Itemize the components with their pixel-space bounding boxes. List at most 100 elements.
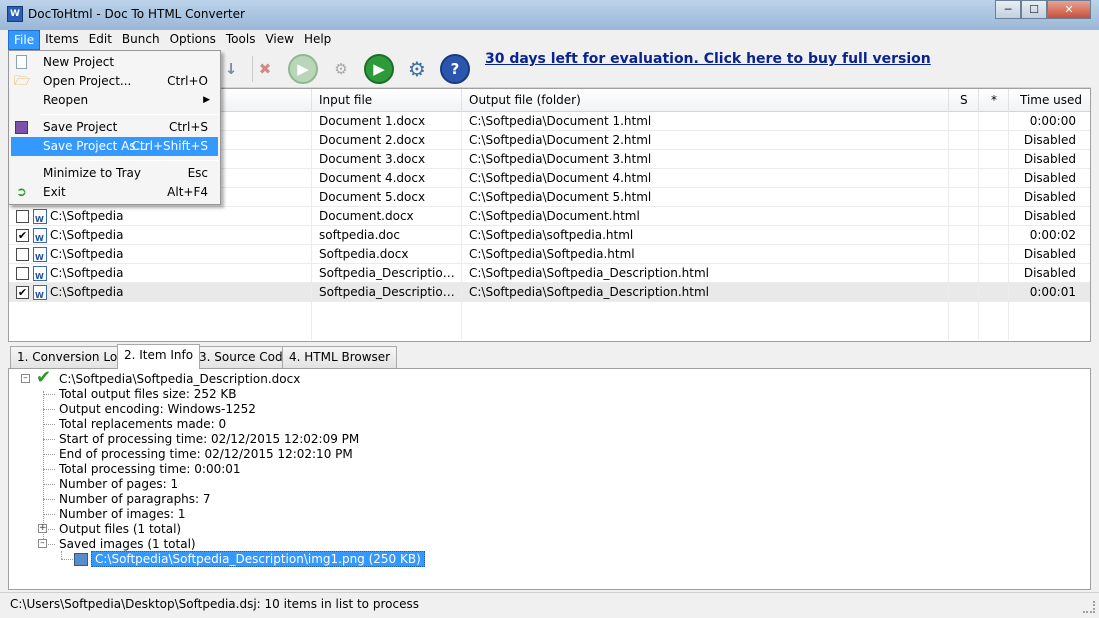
run-selected-icon[interactable]: ▶ bbox=[288, 54, 318, 84]
row-checkbox[interactable] bbox=[16, 267, 29, 280]
tree-output-files[interactable]: Output files (1 total) bbox=[59, 522, 181, 537]
row-folder-cell: ✔ C:\Softpedia bbox=[9, 226, 312, 245]
row-output-file: C:\Softpedia\Document 3.html bbox=[462, 150, 949, 169]
status-text: C:\Users\Softpedia\Desktop\Softpedia.dsj… bbox=[10, 597, 419, 611]
buy-full-version-link[interactable]: 30 days left for evaluation. Click here … bbox=[485, 51, 931, 67]
menu-open-project[interactable]: 🗁 Open Project... Ctrl+O bbox=[11, 72, 218, 91]
tree-info-line[interactable]: Number of paragraphs: 7 bbox=[59, 492, 211, 507]
row-checkbox[interactable]: ✔ bbox=[16, 229, 29, 242]
tree-root-file[interactable]: C:\Softpedia\Softpedia_Description.docx bbox=[59, 372, 300, 387]
tree-info-line[interactable]: Output encoding: Windows-1252 bbox=[59, 402, 256, 417]
row-s bbox=[949, 131, 979, 150]
menu-reopen[interactable]: Reopen ▶ bbox=[11, 91, 218, 110]
row-input-file: Softpedia.docx bbox=[312, 245, 462, 264]
menu-minimize-to-tray[interactable]: Minimize to Tray Esc bbox=[11, 164, 218, 183]
row-output-file: C:\Softpedia\softpedia.html bbox=[462, 226, 949, 245]
row-output-file: C:\Softpedia\Softpedia.html bbox=[462, 245, 949, 264]
tab-html-browser[interactable]: 4. HTML Browser bbox=[282, 346, 398, 368]
menu-exit[interactable]: ➲ Exit Alt+F4 bbox=[11, 183, 218, 202]
header-output-file[interactable]: Output file (folder) bbox=[462, 89, 949, 112]
row-folder: C:\Softpedia bbox=[50, 209, 124, 223]
table-row[interactable]: C:\Softpedia Softpedia.docxC:\Softpedia\S… bbox=[9, 245, 1090, 264]
app-logo-icon: W bbox=[7, 6, 23, 22]
menu-help[interactable]: Help bbox=[299, 30, 336, 50]
tab-item-info[interactable]: 2. Item Info bbox=[117, 344, 201, 369]
expand-output-files-icon[interactable]: + bbox=[38, 524, 47, 533]
tree-info-line[interactable]: Number of images: 1 bbox=[59, 507, 186, 522]
file-menu-dropdown: New Project 🗁 Open Project... Ctrl+O Reo… bbox=[8, 50, 221, 205]
window-title: DocToHtml - Doc To HTML Converter bbox=[28, 7, 245, 21]
tree-info-line[interactable]: Number of pages: 1 bbox=[59, 477, 178, 492]
gear-icon[interactable]: ⚙ bbox=[402, 54, 432, 84]
close-icon[interactable]: ✕ bbox=[1047, 0, 1091, 19]
row-s bbox=[949, 112, 979, 131]
tree-info-line[interactable]: Total replacements made: 0 bbox=[59, 417, 226, 432]
menu-tools[interactable]: Tools bbox=[221, 30, 261, 50]
menu-options[interactable]: Options bbox=[165, 30, 221, 50]
collapse-saved-images-icon[interactable]: – bbox=[38, 539, 47, 548]
menu-new-project[interactable]: New Project bbox=[11, 53, 218, 72]
menu-file[interactable]: File bbox=[8, 30, 41, 50]
app-window: W DocToHtml - Doc To HTML Converter ─ ☐ … bbox=[0, 0, 1099, 618]
row-time-used: 0:00:01 bbox=[1029, 285, 1076, 299]
row-output-file: C:\Softpedia\Document.html bbox=[462, 207, 949, 226]
tree-connector bbox=[43, 391, 44, 545]
row-input-file: Document 2.docx bbox=[312, 131, 462, 150]
tree-info-line[interactable]: End of processing time: 02/12/2015 12:02… bbox=[59, 447, 353, 462]
collapse-root-icon[interactable]: – bbox=[21, 374, 30, 383]
resize-grip-icon[interactable] bbox=[1083, 601, 1095, 613]
header-input-file[interactable]: Input file bbox=[312, 89, 462, 112]
tree-image-file-label[interactable]: C:\Softpedia\Softpedia_Description\img1.… bbox=[91, 551, 425, 567]
table-row[interactable]: C:\Softpedia Document.docxC:\Softpedia\Do… bbox=[9, 207, 1090, 226]
tree-info-line[interactable]: Total output files size: 252 KB bbox=[59, 387, 237, 402]
row-s bbox=[949, 264, 979, 283]
header-star[interactable]: * bbox=[979, 89, 1009, 112]
row-checkbox[interactable] bbox=[16, 248, 29, 261]
menu-save-project-as[interactable]: Save Project As... Ctrl+Shift+S bbox=[11, 137, 218, 156]
table-row[interactable]: ✔ C:\Softpedia softpedia.docC:\Softpedia\s… bbox=[9, 226, 1090, 245]
tree-saved-images[interactable]: Saved images (1 total) bbox=[59, 537, 196, 552]
item-info-tree: – ✔ C:\Softpedia\Softpedia_Description.d… bbox=[8, 368, 1091, 590]
exit-running-man-icon: ➲ bbox=[16, 185, 27, 200]
minimize-icon[interactable]: ─ bbox=[995, 0, 1021, 19]
title-bar: W DocToHtml - Doc To HTML Converter ─ ☐ … bbox=[0, 0, 1099, 30]
maximize-icon[interactable]: ☐ bbox=[1021, 0, 1047, 19]
menu-bunch[interactable]: Bunch bbox=[117, 30, 165, 50]
delete-icon[interactable]: ✖ bbox=[250, 54, 280, 84]
row-input-file: Softpedia_Description.doc bbox=[312, 264, 462, 283]
tree-info-line[interactable]: Total processing time: 0:00:01 bbox=[59, 462, 241, 477]
header-time-used[interactable]: Time used bbox=[1009, 89, 1090, 112]
row-checkbox[interactable] bbox=[16, 210, 29, 223]
row-checkbox[interactable]: ✔ bbox=[16, 286, 29, 299]
image-file-icon bbox=[74, 553, 88, 566]
new-document-icon bbox=[16, 55, 27, 69]
word-document-icon bbox=[33, 247, 47, 264]
header-s[interactable]: S bbox=[949, 89, 979, 112]
row-output-file: C:\Softpedia\Softpedia_Description.html bbox=[462, 283, 949, 302]
tree-info-line[interactable]: Start of processing time: 02/12/2015 12:… bbox=[59, 432, 359, 447]
table-row[interactable]: C:\Softpedia Softpedia_Description.docC:\… bbox=[9, 264, 1090, 283]
row-time-used: Disabled bbox=[1023, 266, 1076, 280]
menu-view[interactable]: View bbox=[260, 30, 298, 50]
row-output-file: C:\Softpedia\Document 5.html bbox=[462, 188, 949, 207]
row-folder: C:\Softpedia bbox=[50, 266, 124, 280]
tab-conversion-log[interactable]: 1. Conversion Log bbox=[10, 346, 132, 368]
row-time-used: 0:00:00 bbox=[1029, 114, 1076, 128]
menu-edit[interactable]: Edit bbox=[84, 30, 117, 50]
row-time-used: Disabled bbox=[1023, 133, 1076, 147]
menu-items[interactable]: Items bbox=[40, 30, 84, 50]
table-row[interactable]: ✔ C:\Softpedia Softpedia_Description.d...C… bbox=[9, 283, 1090, 302]
row-star bbox=[979, 131, 1009, 150]
row-s bbox=[949, 188, 979, 207]
settings-disabled-icon[interactable]: ⚙ bbox=[326, 54, 356, 84]
row-output-file: C:\Softpedia\Softpedia_Description.html bbox=[462, 264, 949, 283]
status-bar: C:\Users\Softpedia\Desktop\Softpedia.dsj… bbox=[0, 592, 1099, 618]
submenu-arrow-icon: ▶ bbox=[203, 95, 210, 105]
row-folder-cell: C:\Softpedia bbox=[9, 264, 312, 283]
menu-save-project[interactable]: Save Project Ctrl+S bbox=[11, 118, 218, 137]
row-star bbox=[979, 112, 1009, 131]
help-icon[interactable]: ? bbox=[440, 54, 470, 84]
convert-all-icon[interactable]: ▶ bbox=[364, 54, 394, 84]
tree-image-file[interactable]: C:\Softpedia\Softpedia_Description\img1.… bbox=[91, 551, 425, 567]
grid-empty-row bbox=[9, 302, 1090, 340]
